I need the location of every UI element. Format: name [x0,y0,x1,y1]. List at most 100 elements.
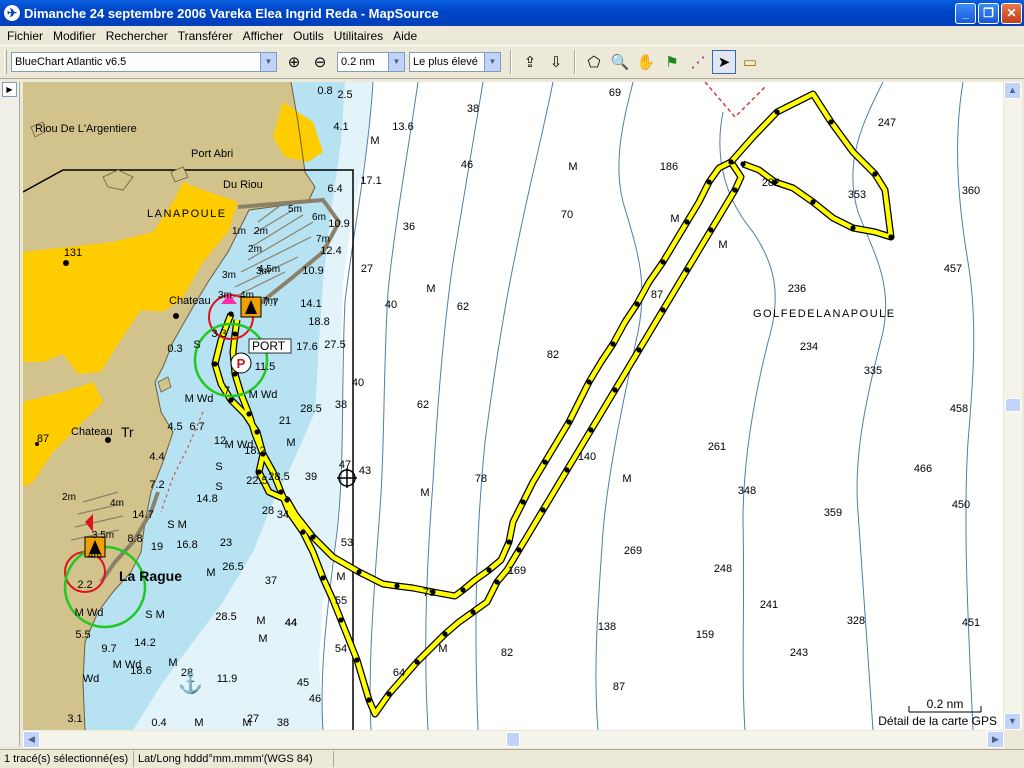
menu-rechercher[interactable]: Rechercher [101,29,173,43]
receive-from-device-icon[interactable]: ⇩ [544,50,568,74]
close-button[interactable]: ✕ [1001,2,1022,24]
menu-fichier[interactable]: Fichier [2,29,48,43]
track-point[interactable] [254,429,260,435]
track-point[interactable] [732,187,738,193]
menu-outils[interactable]: Outils [288,29,329,43]
track-point[interactable] [850,225,856,231]
measure-tool-icon[interactable]: ▭ [738,50,762,74]
menu-aide[interactable]: Aide [388,29,422,43]
horizontal-scrollbar[interactable]: ◀ ▶ [23,731,1004,748]
mapsource-app-icon[interactable]: ✈ [4,5,20,21]
track-point[interactable] [516,547,522,553]
track-point[interactable] [228,397,234,403]
track-point[interactable] [706,179,712,185]
zoom-out-icon[interactable]: ⊖ [308,50,332,74]
track-point[interactable] [470,609,476,615]
depth-sounding: 4.4 [149,451,164,463]
zoom-in-icon[interactable]: ⊕ [282,50,306,74]
track-point[interactable] [414,659,420,665]
track-point[interactable] [506,539,512,545]
track-point[interactable] [494,579,500,585]
track-point[interactable] [540,507,546,513]
track-point[interactable] [888,234,894,240]
track-point[interactable] [394,583,400,589]
selection-tool-icon[interactable]: ⬠ [582,50,606,74]
depth-sounding: 159 [696,629,714,641]
zoom-tool-icon[interactable]: 🔍 [608,50,632,74]
scroll-up-icon[interactable]: ▲ [1004,82,1021,99]
track-point[interactable] [774,109,780,115]
vertical-scrollbar[interactable]: ▲ ▼ [1004,82,1022,730]
menu-transferer[interactable]: Transférer [173,29,238,43]
track-point[interactable] [660,307,666,313]
depth-sounding: 236 [788,283,806,295]
track-point[interactable] [740,161,746,167]
track-point[interactable] [728,159,734,165]
horizontal-scroll-thumb[interactable] [506,732,520,747]
track-point[interactable] [320,575,326,581]
menu-utilitaires[interactable]: Utilitaires [329,29,388,43]
track-point[interactable] [542,459,548,465]
send-to-device-icon[interactable]: ⇪ [518,50,542,74]
vertical-scroll-thumb[interactable] [1005,398,1021,412]
depth-sounding: 451 [962,617,980,629]
track-point[interactable] [612,387,618,393]
track-point[interactable] [300,529,306,535]
track-point[interactable] [386,691,392,697]
chevron-down-icon[interactable]: ▼ [388,53,404,71]
track-point[interactable] [284,497,290,503]
track-point[interactable] [566,419,572,425]
route-tool-icon[interactable]: ⋰ [686,50,710,74]
waypoint-flag-icon[interactable]: ⚑ [660,50,684,74]
track-point[interactable] [442,631,448,637]
expand-panel-icon[interactable]: ▶ [2,82,17,97]
track-point[interactable] [310,534,316,540]
maximize-button[interactable]: ❐ [978,2,999,24]
track-point[interactable] [708,227,714,233]
track-point[interactable] [636,347,642,353]
track-point[interactable] [486,567,492,573]
scroll-left-icon[interactable]: ◀ [23,731,40,748]
track-point[interactable] [634,301,640,307]
track-point[interactable] [684,267,690,273]
track-point[interactable] [610,341,616,347]
track-point[interactable] [660,259,666,265]
chevron-down-icon[interactable]: ▼ [484,53,500,71]
track-point[interactable] [366,697,372,703]
scroll-down-icon[interactable]: ▼ [1004,713,1021,730]
track-point[interactable] [278,489,284,495]
minimize-button[interactable]: _ [955,2,976,24]
chevron-down-icon[interactable]: ▼ [260,53,276,71]
track-point[interactable] [256,469,262,475]
menu-afficher[interactable]: Afficher [238,29,288,43]
toolbar-grip[interactable] [4,50,7,74]
menu-modifier[interactable]: Modifier [48,29,101,43]
seabed-mark: S M [145,609,165,621]
zoom-scale-select[interactable]: 0.2 nm ▼ [337,52,405,72]
track-point[interactable] [564,467,570,473]
track-point[interactable] [872,171,878,177]
detail-level-select[interactable]: Le plus élevé ▼ [409,52,501,72]
track-point[interactable] [338,617,344,623]
map-product-select[interactable]: BlueChart Atlantic v6.5 ▼ [11,52,277,72]
scroll-right-icon[interactable]: ▶ [987,731,1004,748]
pointer-tool-icon[interactable]: ➤ [712,50,736,74]
track-point[interactable] [460,587,466,593]
track-point[interactable] [684,219,690,225]
hand-tool-icon[interactable]: ✋ [634,50,658,74]
depth-sounding: 466 [914,463,932,475]
track-point[interactable] [232,331,238,337]
track-point[interactable] [212,361,218,367]
track-point[interactable] [228,311,234,317]
track-point[interactable] [354,657,360,663]
nautical-chart[interactable]: P PORT Riou De L'Argentiere Port Abri Du… [23,82,1003,730]
track-point[interactable] [356,569,362,575]
chart-svg[interactable]: P PORT Riou De L'Argentiere Port Abri Du… [23,82,1003,730]
title-bar[interactable]: ✈ Dimanche 24 septembre 2006 Vareka Elea… [0,0,1024,26]
track-point[interactable] [520,499,526,505]
track-point[interactable] [586,379,592,385]
track-point[interactable] [588,427,594,433]
track-point[interactable] [246,411,252,417]
track-point[interactable] [828,119,834,125]
track-point[interactable] [810,199,816,205]
